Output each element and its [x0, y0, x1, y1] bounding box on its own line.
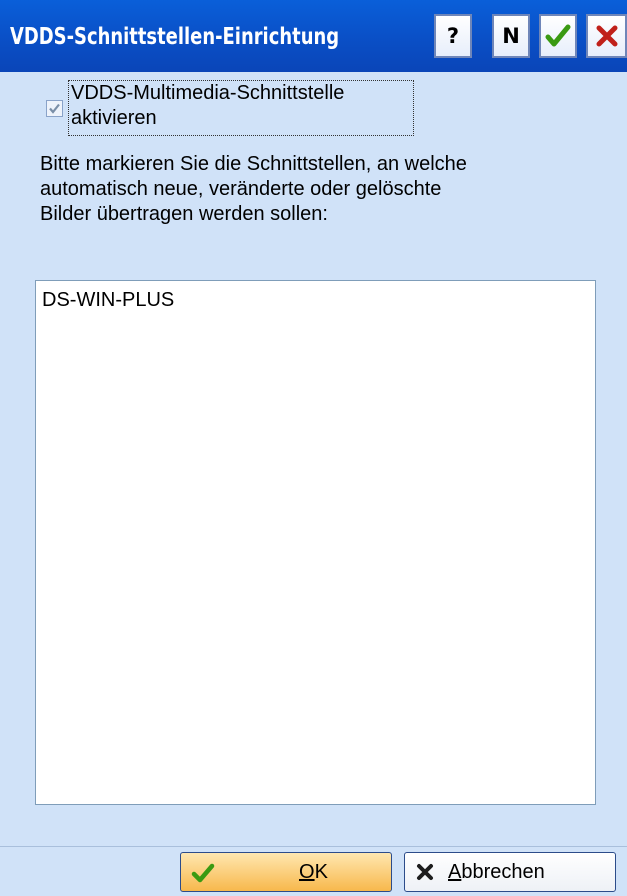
close-icon — [417, 864, 433, 880]
description-line: Bitte markieren Sie die Schnittstellen, … — [40, 153, 467, 175]
multimedia-checkbox[interactable]: VDDS-Multimedia-Schnittstelle aktivieren — [46, 80, 418, 136]
window-title: VDDS-Schnittstellen-Einrichtung — [10, 24, 340, 50]
checkbox-label[interactable]: VDDS-Multimedia-Schnittstelle aktivieren — [68, 80, 414, 136]
checkmark-icon — [191, 863, 215, 883]
footer-divider — [0, 846, 627, 847]
checkbox-label-line2: aktivieren — [71, 107, 157, 129]
interface-list[interactable]: DS-WIN-PLUS — [35, 280, 596, 805]
ok-label: OK — [299, 861, 328, 883]
title-bar: VDDS-Schnittstellen-Einrichtung ? N — [0, 0, 627, 72]
n-icon: N — [502, 24, 520, 48]
checkmark-icon — [49, 103, 60, 114]
ok-button[interactable]: OK — [180, 852, 392, 892]
dialog-body: VDDS-Multimedia-Schnittstelle aktivieren… — [0, 72, 627, 896]
list-item[interactable]: DS-WIN-PLUS — [42, 289, 174, 312]
cancel-label: Abbrechen — [448, 861, 545, 883]
checkbox-label-line1: VDDS-Multimedia-Schnittstelle — [71, 82, 345, 104]
help-button[interactable]: ? — [434, 14, 472, 58]
n-button[interactable]: N — [492, 14, 530, 58]
description-text: Bitte markieren Sie die Schnittstellen, … — [40, 152, 620, 227]
confirm-button[interactable] — [539, 14, 577, 58]
checkmark-icon — [545, 24, 571, 47]
description-line: Bilder übertragen werden sollen: — [40, 203, 328, 225]
checkbox-box[interactable] — [46, 100, 63, 117]
description-line: automatisch neue, veränderte oder gelösc… — [40, 178, 442, 200]
close-icon — [596, 25, 617, 47]
close-button[interactable] — [586, 14, 627, 58]
help-icon: ? — [446, 24, 460, 48]
cancel-button[interactable]: Abbrechen — [404, 852, 616, 892]
